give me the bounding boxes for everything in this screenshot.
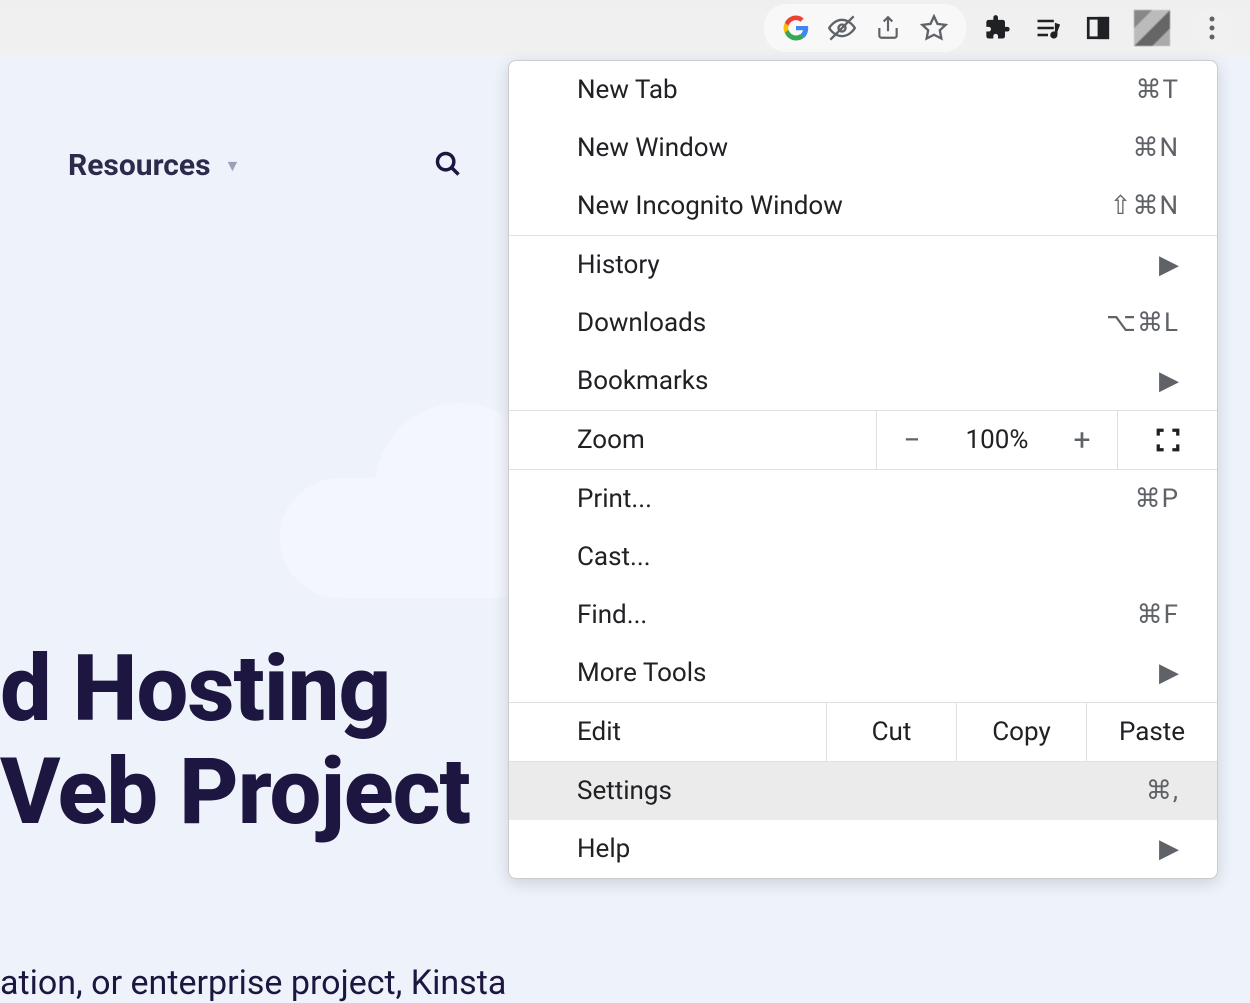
menu-label: New Window bbox=[577, 133, 728, 163]
chevron-right-icon: ▶ bbox=[1159, 250, 1179, 280]
menu-label: Find... bbox=[577, 600, 647, 630]
edit-copy-button[interactable]: Copy bbox=[957, 703, 1087, 761]
menu-label: Settings bbox=[577, 776, 672, 806]
menu-more-tools[interactable]: More Tools ▶ bbox=[509, 644, 1217, 702]
menu-find[interactable]: Find... ⌘F bbox=[509, 586, 1217, 644]
menu-label: New Incognito Window bbox=[577, 191, 843, 221]
menu-shortcut: ⌘, bbox=[1146, 776, 1179, 806]
share-icon[interactable] bbox=[874, 14, 902, 42]
edit-paste-button[interactable]: Paste bbox=[1087, 703, 1217, 761]
menu-zoom-row: Zoom − 100% + bbox=[509, 411, 1217, 470]
music-queue-icon[interactable] bbox=[1034, 14, 1062, 42]
edit-cut-button[interactable]: Cut bbox=[827, 703, 957, 761]
menu-downloads[interactable]: Downloads ⌥⌘L bbox=[509, 294, 1217, 352]
browser-toolbar bbox=[0, 0, 1250, 56]
menu-label: Print... bbox=[577, 484, 652, 514]
chevron-right-icon: ▶ bbox=[1159, 366, 1179, 396]
extensions-icon[interactable] bbox=[984, 14, 1012, 42]
menu-bookmarks[interactable]: Bookmarks ▶ bbox=[509, 352, 1217, 410]
menu-edit-row: Edit Cut Copy Paste bbox=[509, 703, 1217, 762]
menu-shortcut: ⌘T bbox=[1135, 75, 1179, 105]
chevron-down-icon: ▼ bbox=[225, 156, 241, 176]
omnibox-actions bbox=[764, 4, 966, 52]
menu-label: New Tab bbox=[577, 75, 678, 105]
menu-label: Cast... bbox=[577, 542, 651, 572]
eye-slash-icon[interactable] bbox=[828, 14, 856, 42]
kebab-menu-button[interactable] bbox=[1192, 8, 1232, 48]
menu-shortcut: ⌥⌘L bbox=[1106, 308, 1179, 338]
menu-cast[interactable]: Cast... bbox=[509, 528, 1217, 586]
menu-print[interactable]: Print... ⌘P bbox=[509, 470, 1217, 528]
profile-avatar[interactable] bbox=[1134, 10, 1170, 46]
menu-label: History bbox=[577, 250, 660, 280]
edit-label: Edit bbox=[509, 703, 827, 761]
menu-label: Bookmarks bbox=[577, 366, 708, 396]
hero-line-2: Veb Project bbox=[0, 741, 470, 844]
menu-label: Downloads bbox=[577, 308, 706, 338]
menu-label: More Tools bbox=[577, 658, 706, 688]
chevron-right-icon: ▶ bbox=[1159, 658, 1179, 688]
fullscreen-button[interactable] bbox=[1117, 411, 1217, 469]
menu-settings[interactable]: Settings ⌘, bbox=[509, 762, 1217, 820]
menu-shortcut: ⌘N bbox=[1132, 133, 1179, 163]
chevron-right-icon: ▶ bbox=[1159, 834, 1179, 864]
nav-resources-link[interactable]: Resources bbox=[68, 148, 211, 183]
zoom-label: Zoom bbox=[509, 411, 877, 469]
menu-help[interactable]: Help ▶ bbox=[509, 820, 1217, 878]
menu-shortcut: ⌘F bbox=[1137, 600, 1179, 630]
toolbar-right bbox=[984, 8, 1242, 48]
menu-new-tab[interactable]: New Tab ⌘T bbox=[509, 61, 1217, 119]
zoom-out-button[interactable]: − bbox=[877, 411, 947, 469]
menu-new-window[interactable]: New Window ⌘N bbox=[509, 119, 1217, 177]
star-icon[interactable] bbox=[920, 14, 948, 42]
menu-label: Help bbox=[577, 834, 630, 864]
zoom-in-button[interactable]: + bbox=[1047, 411, 1117, 469]
menu-history[interactable]: History ▶ bbox=[509, 236, 1217, 294]
panel-icon[interactable] bbox=[1084, 14, 1112, 42]
menu-shortcut: ⇧⌘N bbox=[1110, 191, 1179, 221]
hero-line-1: d Hosting bbox=[0, 638, 470, 741]
menu-shortcut: ⌘P bbox=[1135, 484, 1179, 514]
zoom-value: 100% bbox=[947, 411, 1047, 469]
hero-subtext: ation, or enterprise project, Kinsta bbox=[0, 963, 506, 1003]
chrome-menu: New Tab ⌘T New Window ⌘N New Incognito W… bbox=[508, 60, 1218, 879]
google-icon[interactable] bbox=[782, 14, 810, 42]
search-icon[interactable] bbox=[434, 150, 462, 182]
menu-new-incognito[interactable]: New Incognito Window ⇧⌘N bbox=[509, 177, 1217, 235]
hero-heading: d Hosting Veb Project bbox=[0, 638, 470, 844]
